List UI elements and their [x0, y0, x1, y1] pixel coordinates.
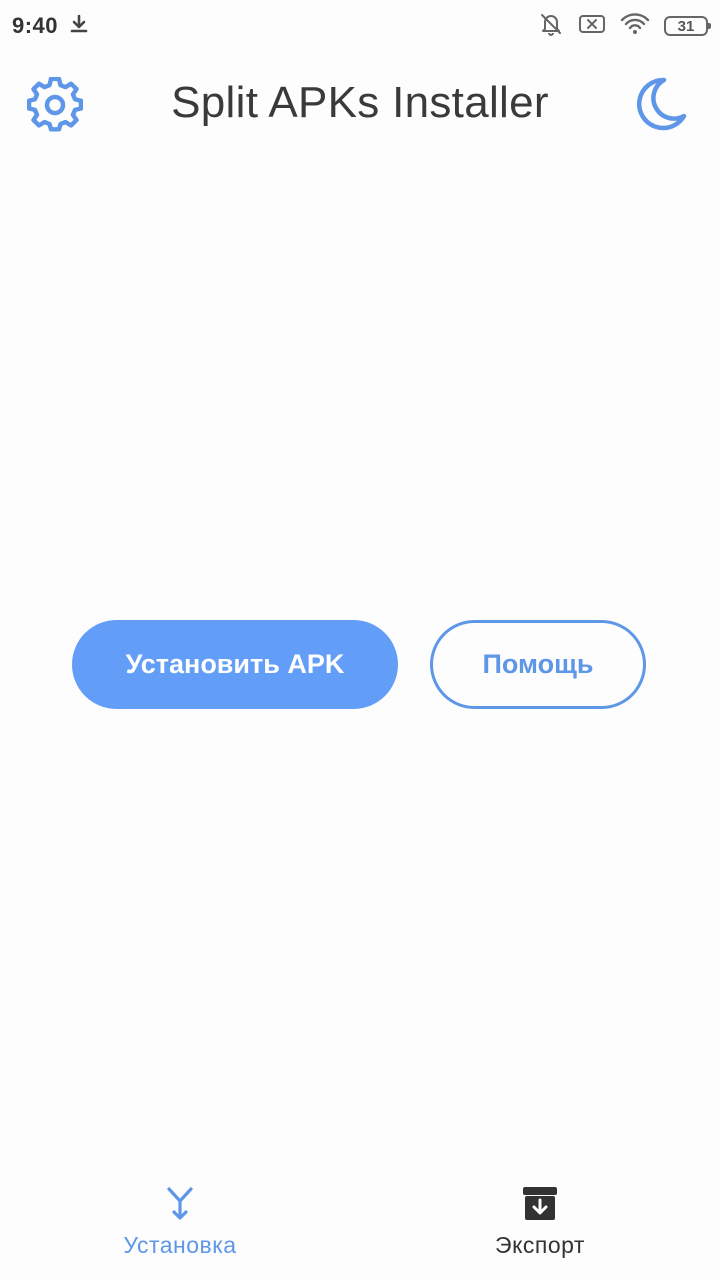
- theme-toggle-button[interactable]: [632, 76, 690, 136]
- download-icon: [68, 13, 90, 40]
- status-left: 9:40: [12, 13, 90, 40]
- app-bar: Split APKs Installer: [0, 56, 720, 156]
- help-button[interactable]: Помощь: [430, 620, 646, 709]
- app-title: Split APKs Installer: [171, 78, 549, 127]
- archive-download-icon: [520, 1184, 560, 1224]
- nav-label-install: Установка: [123, 1232, 237, 1258]
- actions: Установить APK Помощь: [72, 620, 648, 710]
- bell-off-icon: [538, 11, 564, 42]
- battery-icon: 31: [664, 16, 711, 36]
- install-apk-button[interactable]: Установить APK: [72, 620, 398, 709]
- status-right: 31: [538, 11, 711, 42]
- wifi-icon: [620, 12, 650, 41]
- nav-item-export[interactable]: Экспорт: [360, 1170, 720, 1280]
- screen: 9:40 31 Split APKs Installer Установить …: [0, 0, 720, 1280]
- sim-x-icon: [578, 13, 606, 40]
- moon-icon: [634, 76, 688, 137]
- nav-label-export: Экспорт: [495, 1232, 585, 1258]
- status-bar: 9:40 31: [0, 0, 720, 52]
- bottom-nav: Установка Экспорт: [0, 1170, 720, 1280]
- battery-level: 31: [677, 17, 695, 35]
- merge-arrow-icon: [160, 1184, 200, 1224]
- nav-item-install[interactable]: Установка: [0, 1170, 360, 1280]
- status-time: 9:40: [12, 13, 59, 38]
